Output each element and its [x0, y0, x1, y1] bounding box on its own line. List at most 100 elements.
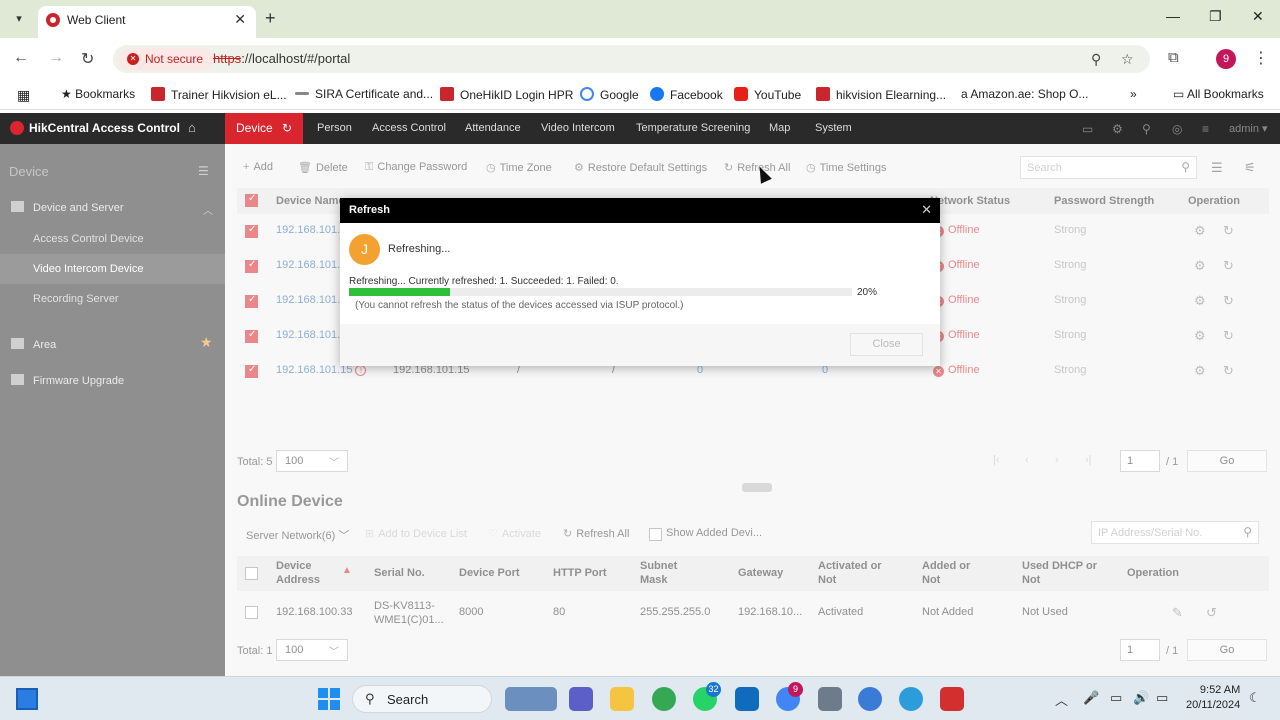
- youtube-icon: [734, 87, 748, 101]
- whatsapp-badge: 32: [706, 682, 721, 697]
- folder-icon: ▭: [1173, 87, 1188, 101]
- more-bookmarks-icon[interactable]: »: [1130, 87, 1137, 101]
- microphone-icon[interactable]: 🎤: [1083, 690, 1099, 706]
- bookmark-item[interactable]: hikvision Elearning...: [816, 87, 946, 102]
- system-clock[interactable]: 9:52 AM 20/11/2024: [1186, 683, 1240, 713]
- tab-search-icon[interactable]: ▾: [8, 8, 30, 30]
- nav-attendance[interactable]: Attendance: [465, 122, 521, 134]
- bookmark-item[interactable]: YouTube: [734, 87, 801, 102]
- window-close-icon[interactable]: ✕: [1252, 8, 1264, 25]
- chrome-badge: 9: [788, 682, 803, 697]
- zoom-icon[interactable]: ⚲: [1091, 51, 1101, 68]
- settings-app-icon[interactable]: [818, 687, 842, 711]
- bookmark-item[interactable]: SIRA Certificate and...: [295, 87, 433, 101]
- chrome-icon[interactable]: [652, 687, 676, 711]
- nav-access-control[interactable]: Access Control: [372, 122, 446, 134]
- progress-percent: 20%: [857, 287, 878, 298]
- forward-icon[interactable]: →: [48, 49, 64, 67]
- bookmark-star-icon[interactable]: ☆: [1121, 51, 1134, 68]
- battery-icon[interactable]: ▭: [1156, 690, 1168, 706]
- isup-note: (You cannot refresh the status of the de…: [355, 300, 684, 311]
- hikvision-icon: [816, 87, 830, 101]
- browser-tab[interactable]: Web Client ✕: [38, 6, 256, 38]
- close-icon[interactable]: ✕: [921, 202, 932, 218]
- close-button[interactable]: Close: [850, 333, 923, 356]
- display-icon[interactable]: ▭: [1110, 690, 1122, 706]
- refresh-status-text: Refreshing... Currently refreshed: 1. Su…: [349, 276, 619, 287]
- browser-menu-icon[interactable]: ⋮: [1253, 48, 1269, 68]
- app-header: HikCentral Access Control ⌂ Device ↻ Per…: [0, 113, 1280, 144]
- notification-moon-icon[interactable]: ☾: [1249, 690, 1261, 706]
- app-logo: HikCentral Access Control: [10, 121, 180, 135]
- refresh-icon: ↻: [282, 121, 293, 135]
- star-icon: ★: [61, 87, 76, 101]
- apps-grid-icon[interactable]: ▦: [17, 87, 30, 104]
- minimize-icon[interactable]: —: [1166, 8, 1180, 24]
- teams-meeting-icon[interactable]: [569, 687, 593, 711]
- dialog-title: Refresh: [349, 204, 390, 216]
- search-icon: ⚲: [365, 691, 375, 706]
- help-icon[interactable]: ◎: [1172, 122, 1182, 136]
- taskbar: ⚲ Search 32 9 ︿ 🎤 ▭ 🔊 ▭ 9:52 AM 20/11/20…: [0, 676, 1280, 720]
- bookmark-item[interactable]: Google: [580, 87, 639, 102]
- bookmark-item[interactable]: Facebook: [650, 87, 723, 102]
- nav-system[interactable]: System: [815, 122, 852, 134]
- home-icon[interactable]: ⌂: [188, 120, 196, 135]
- refresh-dialog: Refresh ✕ J Refreshing... Refreshing... …: [340, 198, 940, 366]
- progress-bar: [349, 288, 852, 296]
- windows-start-icon[interactable]: [318, 688, 340, 710]
- search-icon[interactable]: ⚲: [1142, 122, 1151, 136]
- settings-gear-icon[interactable]: ⚙: [1112, 122, 1123, 136]
- search-highlight-image[interactable]: [505, 687, 557, 711]
- menu-icon[interactable]: ≡: [1202, 122, 1209, 136]
- maximize-icon[interactable]: ❐: [1209, 8, 1222, 25]
- nav-person[interactable]: Person: [317, 122, 352, 134]
- all-bookmarks[interactable]: ▭ All Bookmarks: [1173, 87, 1264, 101]
- back-icon[interactable]: ←: [13, 49, 29, 67]
- google-icon: [580, 87, 594, 101]
- address-bar-row: ← → ↻ Not secure https://localhost/#/por…: [0, 38, 1280, 80]
- nav-temperature-screening[interactable]: Temperature Screening: [636, 122, 750, 134]
- user-menu[interactable]: admin ▾: [1229, 122, 1268, 135]
- widgets-icon[interactable]: [16, 688, 38, 710]
- hikvision-icon: [151, 87, 165, 101]
- nav-device[interactable]: Device ↻: [225, 113, 303, 144]
- bookmark-item[interactable]: OneHikID Login HPR: [440, 87, 573, 102]
- profile-avatar[interactable]: 9: [1216, 49, 1236, 69]
- nav-video-intercom[interactable]: Video Intercom: [541, 122, 615, 134]
- progress-fill: [349, 288, 450, 296]
- sira-icon: [295, 92, 309, 95]
- dialog-footer: Close: [340, 324, 940, 366]
- folder-icon[interactable]: ▭: [1082, 122, 1093, 136]
- hikvision-icon: [440, 87, 454, 101]
- hikcentral-logo-icon: [10, 121, 24, 135]
- dialog-message: Refreshing...: [388, 243, 451, 255]
- taskbar-search[interactable]: ⚲ Search: [352, 685, 492, 713]
- omnibox[interactable]: Not secure https://localhost/#/portal ⚲ …: [113, 45, 1150, 73]
- hikvision-favicon-icon: [46, 13, 60, 27]
- new-tab-icon[interactable]: +: [265, 8, 276, 29]
- bookmark-item[interactable]: Trainer Hikvision eL...: [151, 87, 287, 102]
- facebook-icon: [650, 87, 664, 101]
- outlook-icon[interactable]: [735, 687, 759, 711]
- file-explorer-icon[interactable]: [610, 687, 634, 711]
- not-secure-badge[interactable]: Not secure: [119, 48, 214, 70]
- volume-icon[interactable]: 🔊: [1133, 690, 1149, 706]
- amazon-icon: a: [961, 87, 971, 101]
- bookmarks-bar: ▦ ★ Bookmarks Trainer Hikvision eL... SI…: [0, 80, 1280, 110]
- bookmark-item[interactable]: a Amazon.ae: Shop O...: [961, 87, 1088, 101]
- reload-icon[interactable]: ↻: [81, 49, 94, 69]
- url-text[interactable]: https://localhost/#/portal: [213, 51, 350, 66]
- tab-title: Web Client: [67, 13, 126, 27]
- globe-app-icon[interactable]: [899, 687, 923, 711]
- browser-tab-bar: ▾ Web Client ✕ + — ❐ ✕: [0, 0, 1280, 38]
- tab-close-icon[interactable]: ✕: [234, 11, 246, 28]
- show-hidden-icons[interactable]: ︿: [1055, 690, 1068, 709]
- pdf-app-icon[interactable]: [940, 687, 964, 711]
- nav-map[interactable]: Map: [769, 122, 790, 134]
- loading-avatar-icon: J: [349, 234, 380, 265]
- dialog-header: Refresh ✕: [340, 198, 940, 223]
- extensions-icon[interactable]: ⧉: [1168, 49, 1179, 66]
- network-tool-icon[interactable]: [858, 687, 882, 711]
- bookmark-item[interactable]: ★ Bookmarks: [61, 87, 135, 101]
